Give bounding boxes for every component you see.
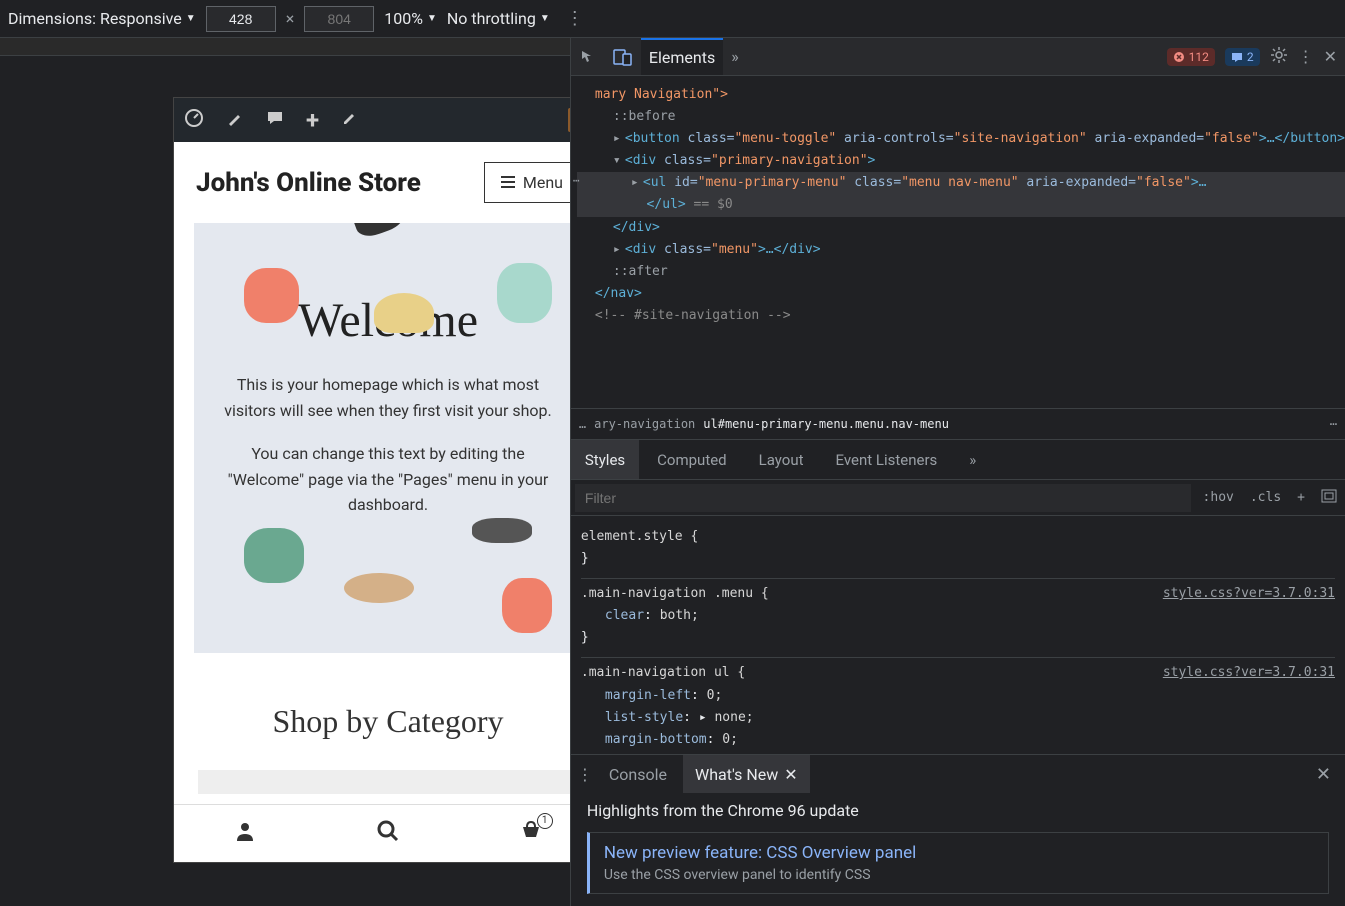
cart-badge: 1 [537,813,553,829]
more-tabs-icon[interactable]: » [723,38,747,75]
tab-whats-new[interactable]: What's New ✕ [683,755,810,793]
comment-icon[interactable] [266,109,284,132]
search-icon[interactable] [376,819,400,849]
main-row: + John's Online Store Menu [0,38,1345,906]
close-icon[interactable]: ✕ [1324,47,1337,66]
devtools-tabs: Elements » 112 2 ⋮ ✕ [571,38,1345,76]
device-toggle-icon[interactable] [605,38,641,75]
category-block[interactable] [198,770,570,794]
close-icon[interactable]: ✕ [1308,764,1339,785]
hero-text-2: You can change this text by editing the … [224,441,552,518]
cart-icon[interactable]: 1 [519,819,543,849]
feature-title[interactable]: New preview feature: CSS Overview panel [604,843,1314,863]
menu-button[interactable]: Menu [484,162,570,203]
dimensions-dropdown[interactable]: Dimensions: Responsive ▼ [8,9,196,28]
hero-text-1: This is your homepage which is what most… [224,372,552,423]
rendered-page: + John's Online Store Menu [174,98,570,862]
selected-dom-node[interactable]: ▸<ul id="menu-primary-menu" class="menu … [577,172,1345,216]
hov-toggle[interactable]: :hov [1195,490,1242,505]
drawer-tabs: ⋮ Console What's New ✕ ✕ [571,755,1345,793]
customize-icon[interactable] [226,109,244,132]
inspect-icon[interactable] [571,38,605,75]
filter-input[interactable] [575,484,1191,512]
devtools-panel: Elements » 112 2 ⋮ ✕ mary Navigation"> [570,38,1345,906]
expand-icon[interactable]: ▸ [631,172,643,194]
kebab-icon[interactable]: ⋮ [1298,47,1314,66]
crumb-current[interactable]: #menu-primary-menu.menu.nav-menu [718,417,949,431]
device-viewport: + John's Online Store Menu [0,38,570,906]
expand-icon[interactable]: ▸ [613,239,625,261]
feature-desc: Use the CSS overview panel to identify C… [604,867,1314,883]
close-icon[interactable]: ✕ [784,765,797,784]
dashboard-icon[interactable] [184,108,204,133]
menu-label: Menu [523,173,563,192]
drawer: ⋮ Console What's New ✕ ✕ Highlights from… [571,754,1345,906]
style-rule[interactable]: style.css?ver=3.7.0:31 .main-navigation … [581,579,1335,658]
breadcrumb[interactable]: … ary-navigation ul#menu-primary-menu.me… [571,408,1345,440]
account-icon[interactable] [233,819,257,849]
tab-elements[interactable]: Elements [641,38,723,75]
more-tabs-icon[interactable]: » [955,440,990,479]
wp-admin-bar: + [174,98,570,142]
expand-icon[interactable]: ▸ [613,128,625,150]
shop-by-category-heading: Shop by Category [174,703,570,740]
ruler [0,38,570,56]
tab-styles[interactable]: Styles [571,440,639,479]
feature-card[interactable]: New preview feature: CSS Overview panel … [587,832,1329,894]
chevron-down-icon: ▼ [186,13,196,24]
error-count[interactable]: 112 [1167,48,1215,66]
more-options-icon[interactable]: ⋮ [560,8,590,29]
drawer-headline: Highlights from the Chrome 96 update [587,801,1329,820]
chevron-down-icon: ▼ [540,13,550,24]
source-link[interactable]: style.css?ver=3.7.0:31 [1163,583,1335,605]
site-title[interactable]: John's Online Store [196,168,421,198]
footer-nav: 1 [174,804,570,862]
zoom-dropdown[interactable]: 100% ▼ [384,9,437,28]
avatar[interactable] [568,108,570,132]
styles-body[interactable]: element.style { } style.css?ver=3.7.0:31… [571,516,1345,754]
dimensions-label: Dimensions: Responsive [8,9,182,28]
tab-computed[interactable]: Computed [643,440,741,479]
tab-console[interactable]: Console [597,755,679,793]
collapse-icon[interactable]: ▾ [613,150,625,172]
new-rule-icon[interactable]: + [1289,490,1313,505]
box-model-icon[interactable] [1313,489,1345,507]
crumb-ellipsis[interactable]: ⋯ [1330,417,1337,431]
crumb-ellipsis[interactable]: … [579,417,586,431]
cls-toggle[interactable]: .cls [1242,490,1289,505]
hero-section: Welcome This is your homepage which is w… [194,223,570,653]
throttling-label: No throttling [447,9,536,28]
width-input[interactable] [206,6,276,32]
throttling-dropdown[interactable]: No throttling ▼ [447,9,550,28]
crumb-parent[interactable]: ary-navigation [594,417,695,431]
style-rule[interactable]: style.css?ver=3.7.0:31 .main-navigation … [581,658,1335,754]
style-rule[interactable]: element.style { } [581,522,1335,579]
gear-icon[interactable] [1270,46,1288,68]
styles-filter-row: :hov .cls + [571,480,1345,516]
site-header: John's Online Store Menu [174,142,570,223]
kebab-icon[interactable]: ⋮ [577,765,593,784]
tab-event-listeners[interactable]: Event Listeners [822,440,952,479]
add-icon[interactable]: + [306,106,319,134]
drawer-body: Highlights from the Chrome 96 update New… [571,793,1345,906]
edit-icon[interactable] [341,109,359,132]
message-count[interactable]: 2 [1225,48,1260,66]
device-toolbar: Dimensions: Responsive ▼ × 100% ▼ No thr… [0,0,1345,38]
zoom-label: 100% [384,9,423,28]
height-input[interactable] [304,6,374,32]
dimension-separator: × [286,9,295,28]
source-link[interactable]: style.css?ver=3.7.0:31 [1163,662,1335,684]
styles-tabs: Styles Computed Layout Event Listeners » [571,440,1345,480]
tab-layout[interactable]: Layout [745,440,818,479]
hamburger-icon [501,173,515,192]
dom-tree[interactable]: mary Navigation"> ::before ▸<button clas… [571,76,1345,408]
chevron-down-icon: ▼ [427,13,437,24]
